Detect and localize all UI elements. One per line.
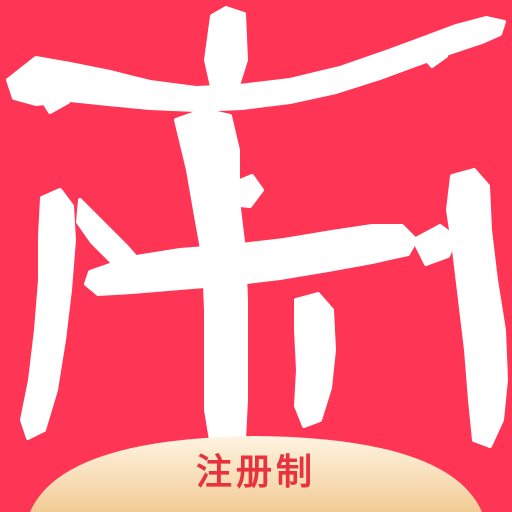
app-icon[interactable]: 注册制 bbox=[0, 0, 512, 512]
ribbon-label: 注册制 bbox=[195, 452, 316, 493]
ribbon-banner bbox=[30, 436, 482, 512]
